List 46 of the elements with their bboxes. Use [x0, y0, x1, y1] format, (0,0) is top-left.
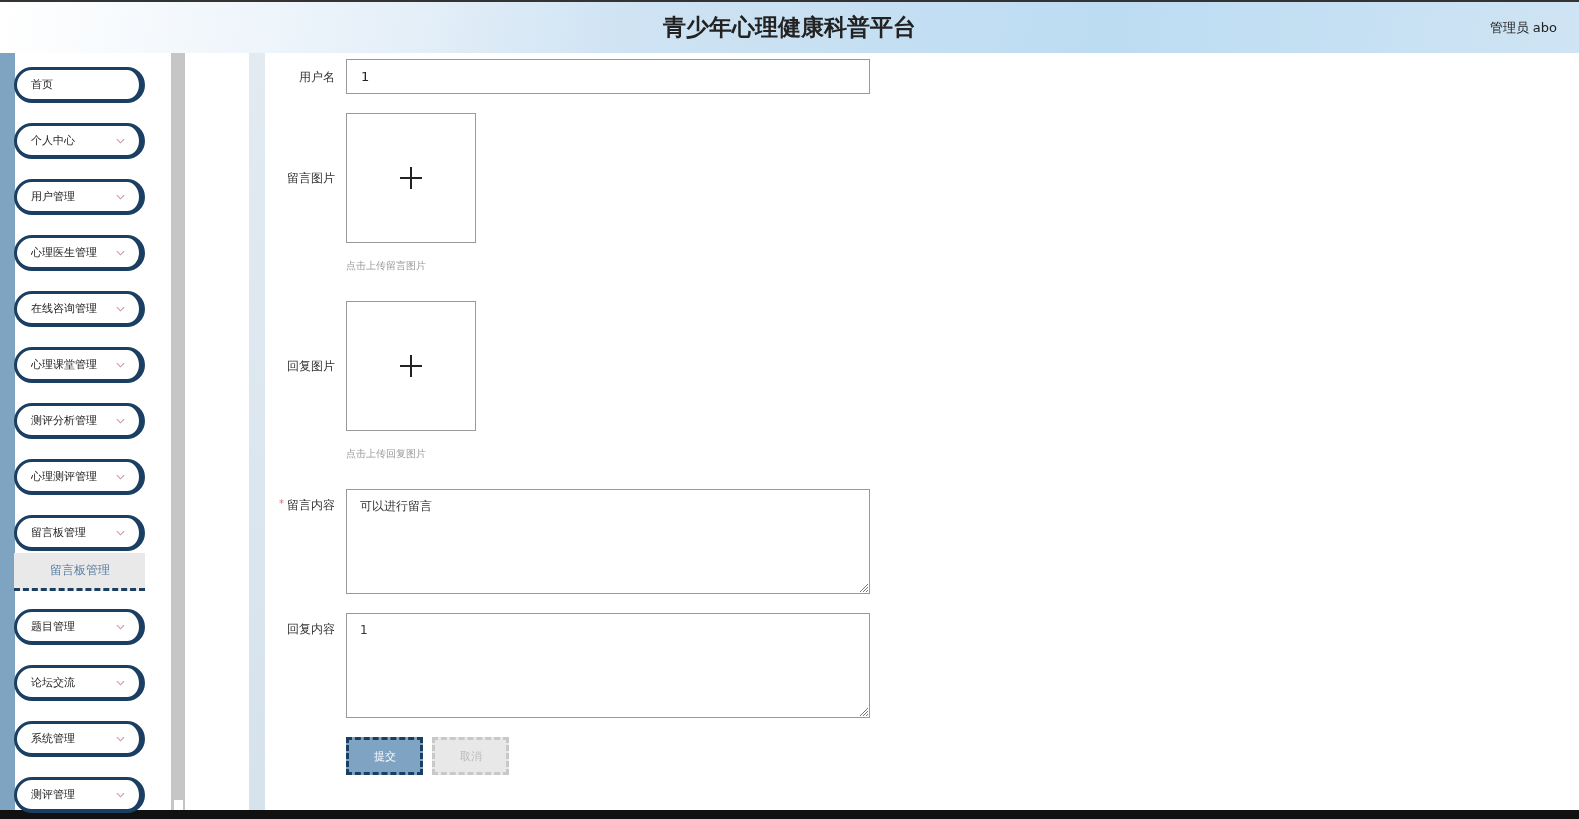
plus-icon [400, 167, 422, 189]
chevron-icon [116, 679, 125, 686]
menu-item[interactable]: 用户管理 [14, 179, 145, 215]
upload-box[interactable] [346, 301, 476, 431]
submenu-item[interactable]: 留言板管理 [14, 553, 145, 591]
chevron-icon [116, 623, 125, 630]
chevron-icon [116, 791, 125, 798]
menu-item[interactable]: 心理课堂管理 [14, 347, 145, 383]
menu-item[interactable]: 个人中心 [14, 123, 145, 159]
page-title: 青少年心理健康科普平台 [663, 12, 916, 42]
field-label: 留言内容 [287, 497, 335, 514]
required-mark: * [279, 497, 284, 511]
text-area[interactable]: 可以进行留言 [346, 489, 870, 594]
upload-hint: 点击上传留言图片 [346, 259, 427, 273]
menu-item[interactable]: 心理测评管理 [14, 459, 145, 495]
chevron-icon [116, 735, 125, 742]
upload-hint: 点击上传回复图片 [346, 447, 427, 461]
menu-item[interactable]: 系统管理 [14, 721, 145, 757]
user-label: 管理员 abo [1489, 19, 1557, 37]
chevron-icon [116, 137, 125, 144]
text-area[interactable]: 1 [346, 613, 870, 718]
resize-grip-icon[interactable] [858, 582, 868, 592]
menu-item[interactable]: 首页 [14, 67, 145, 103]
input-field[interactable]: 1 [346, 59, 870, 94]
menu-item[interactable]: 留言板管理 [14, 515, 145, 551]
chevron-icon [116, 193, 125, 200]
menu-item[interactable]: 题目管理 [14, 609, 145, 645]
menu-item[interactable]: 测评管理 [14, 777, 145, 813]
chevron-icon [116, 361, 125, 368]
menu-item[interactable]: 在线咨询管理 [14, 291, 145, 327]
chevron-icon [116, 473, 125, 480]
plus-icon [400, 355, 422, 377]
field-label: 留言图片 [287, 170, 335, 187]
resize-grip-icon[interactable] [858, 706, 868, 716]
field-label: 回复图片 [287, 358, 335, 375]
chevron-icon [116, 529, 125, 536]
scrollbar[interactable] [171, 53, 185, 810]
chevron-icon [116, 249, 125, 256]
menu-item[interactable]: 心理医生管理 [14, 235, 145, 271]
chevron-icon [116, 417, 125, 424]
field-label: 用户名 [299, 69, 335, 86]
chevron-icon [116, 305, 125, 312]
upload-box[interactable] [346, 113, 476, 243]
menu-item[interactable]: 测评分析管理 [14, 403, 145, 439]
field-label: 回复内容 [287, 621, 335, 638]
menu-item[interactable]: 论坛交流 [14, 665, 145, 701]
